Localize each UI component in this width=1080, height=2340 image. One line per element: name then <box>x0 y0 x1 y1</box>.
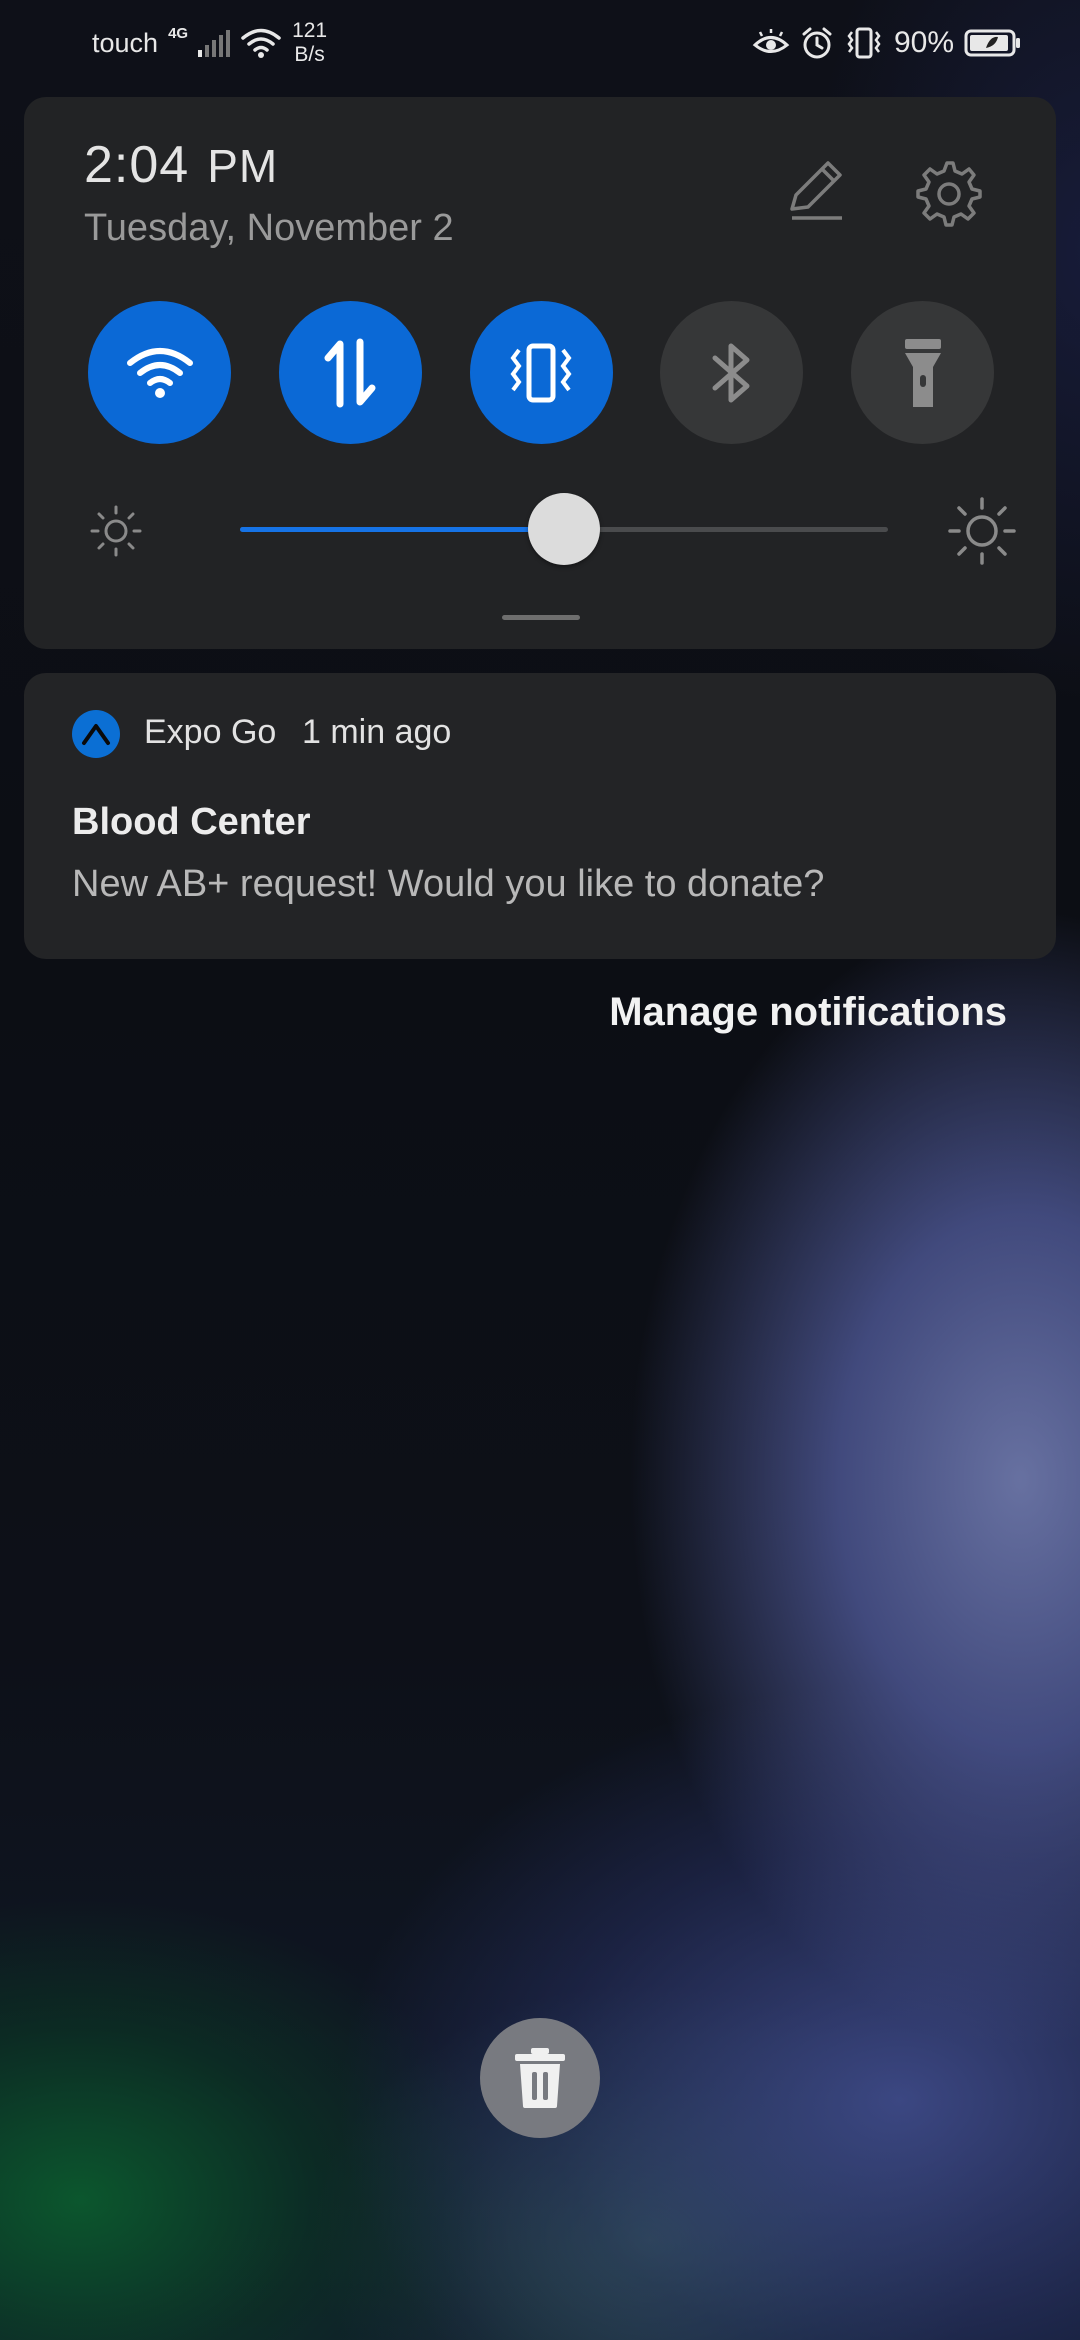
wifi-icon <box>240 27 282 59</box>
tile-vibrate[interactable] <box>469 301 613 444</box>
data-transfer-icon <box>324 338 376 407</box>
network-type-label: 4G <box>168 24 189 42</box>
speed-value: 121 <box>292 19 328 42</box>
brightness-fill <box>240 527 564 532</box>
eye-comfort-icon <box>752 28 790 58</box>
notification-title: Blood Center <box>72 801 311 843</box>
settings-button[interactable] <box>912 157 982 227</box>
edit-tiles-button[interactable] <box>782 157 848 223</box>
flashlight-icon <box>904 338 941 407</box>
bluetooth-icon <box>712 343 750 402</box>
quick-tiles <box>88 301 994 444</box>
gear-icon <box>916 161 982 227</box>
wifi-icon <box>126 347 193 398</box>
carrier-label: touch <box>92 27 159 58</box>
brightness-low-icon <box>88 503 144 564</box>
tile-wifi[interactable] <box>88 301 231 444</box>
status-bar: touch 4G 121 B/s 90% <box>0 0 1080 86</box>
network-speed: 121 B/s <box>292 19 327 67</box>
brightness-thumb[interactable] <box>528 493 600 565</box>
notification-app-name: Expo Go <box>144 713 277 751</box>
vibrate-icon <box>844 26 884 60</box>
panel-drag-handle[interactable] <box>502 615 580 620</box>
vibrate-icon <box>510 343 572 402</box>
brightness-high-icon <box>948 497 1016 570</box>
notification-card[interactable]: Expo Go 1 min ago Blood Center New AB+ r… <box>24 673 1056 959</box>
brightness-slider[interactable] <box>240 493 888 565</box>
quick-settings-panel: 2:04 PM Tuesday, November 2 <box>24 97 1056 649</box>
clear-all-button[interactable] <box>480 2018 600 2138</box>
trash-icon <box>515 2048 565 2108</box>
tile-flashlight[interactable] <box>851 301 994 444</box>
tile-bluetooth[interactable] <box>660 301 804 444</box>
pencil-icon <box>790 161 842 220</box>
tile-mobile-data[interactable] <box>278 301 422 444</box>
signal-icon <box>198 29 231 57</box>
manage-notifications-button[interactable]: Manage notifications <box>609 990 1007 1035</box>
notification-body: New AB+ request! Would you like to donat… <box>72 863 825 905</box>
clock-ampm: PM <box>207 140 279 192</box>
notification-time: 1 min ago <box>302 713 452 751</box>
date-label[interactable]: Tuesday, November 2 <box>84 207 454 250</box>
clock-time: 2:04 <box>84 136 190 194</box>
expo-icon <box>72 710 120 758</box>
alarm-icon <box>800 26 834 60</box>
battery-percent: 90% <box>893 26 954 59</box>
speed-unit: B/s <box>294 43 325 66</box>
brightness-control <box>88 489 1018 569</box>
battery-icon <box>964 28 1022 58</box>
clock[interactable]: 2:04 PM <box>84 135 278 195</box>
